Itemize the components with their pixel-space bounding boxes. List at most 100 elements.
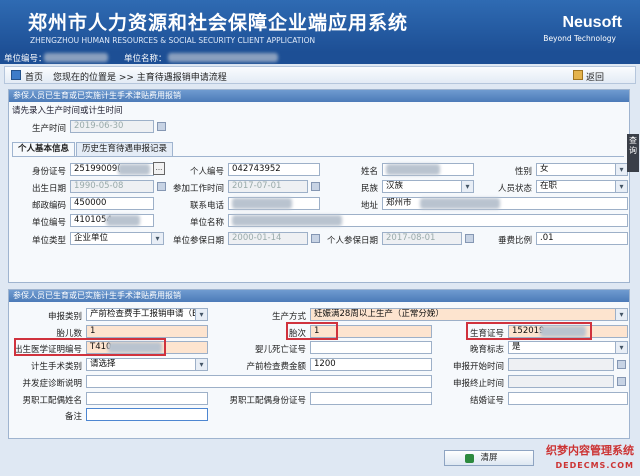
delivery-mode-label: 生产方式: [271, 312, 306, 322]
prenatal-fee-label: 产前检查费金额: [246, 362, 306, 372]
marriage-cert-field[interactable]: [508, 392, 628, 405]
late-birth-select[interactable]: 是: [508, 341, 628, 354]
lookup-button[interactable]: ...: [153, 162, 165, 175]
unit-no-label: 单位编号: [31, 218, 66, 228]
personal-no-label: 个人编号: [189, 167, 224, 177]
hint-text: 请先录入生产时间或计生时间: [12, 106, 123, 116]
redacted: [168, 53, 278, 62]
back-icon[interactable]: [573, 70, 583, 80]
ratio-label: 垂费比例: [497, 236, 532, 246]
redacted: [118, 164, 150, 175]
gender-label: 性别: [514, 167, 532, 177]
dob-label: 出生日期: [31, 184, 66, 194]
side-query-tab[interactable]: 查询: [627, 134, 639, 172]
calendar-icon[interactable]: [617, 360, 626, 369]
fp-surgery-select[interactable]: 请选择: [86, 358, 208, 371]
fp-surgery-label: 计生手术类别: [30, 362, 82, 372]
home-link[interactable]: 首页: [25, 70, 43, 83]
birth-time-field[interactable]: 2019-06-30: [70, 120, 154, 133]
calendar-icon[interactable]: [311, 182, 320, 191]
apply-start-field[interactable]: [508, 358, 614, 371]
dob-field[interactable]: 1990-05-08: [70, 180, 154, 193]
app-title: 郑州市人力资源和社会保障企业端应用系统: [28, 12, 409, 34]
unit-insured-date-label: 单位参保日期: [172, 236, 224, 246]
unit-no-label: 单位编号：: [4, 54, 47, 64]
zip-field[interactable]: 450000: [70, 197, 154, 210]
ratio-field[interactable]: .01: [536, 232, 628, 245]
fetus-count-field[interactable]: 1: [86, 325, 208, 338]
spouse-name-label: 男职工配偶姓名: [22, 396, 82, 406]
redacted: [232, 215, 342, 226]
watermark-url: DEDECMS.COM: [555, 461, 634, 470]
work-start-label: 参加工作时间: [172, 184, 224, 194]
highlight-box: [14, 338, 166, 356]
zip-label: 邮政编码: [31, 201, 66, 211]
watermark-text: 织梦内容管理系统: [546, 444, 634, 457]
redacted: [420, 198, 500, 209]
gender-select[interactable]: 女: [536, 163, 628, 176]
nation-select[interactable]: 汉族: [382, 180, 474, 193]
tab-history[interactable]: 历史生育待遇申报记录: [76, 142, 174, 156]
calendar-icon[interactable]: [157, 182, 166, 191]
clear-screen-button[interactable]: 清屏: [444, 450, 534, 466]
divider: [12, 156, 624, 157]
back-link[interactable]: 返回: [586, 70, 604, 83]
personal-insured-date-field[interactable]: 2017-08-01: [382, 232, 462, 245]
calendar-icon[interactable]: [617, 377, 626, 386]
remark-field[interactable]: [86, 408, 208, 421]
apply-type-select[interactable]: 产前检查费手工报销申请（B: [86, 308, 208, 321]
status-select[interactable]: 在职: [536, 180, 628, 193]
spouse-id-label: 男职工配偶身份证号: [229, 396, 306, 406]
unit-name-label: 单位名称: [189, 218, 224, 228]
address-label: 地址: [360, 201, 378, 211]
id-label: 身份证号: [31, 167, 66, 177]
panel-title: 参保人员已生育或已实施计生手术津贴费用报销: [9, 90, 629, 102]
check-icon: [465, 454, 474, 463]
infant-death-field[interactable]: [310, 341, 432, 354]
prenatal-fee-field[interactable]: 1200: [310, 358, 432, 371]
highlight-box: [286, 322, 338, 340]
clear-button-label: 清屏: [480, 453, 498, 463]
breadcrumb-bar: 首页 您现在的位置是 >> 主育待遇报销申请流程 返回: [4, 66, 636, 84]
highlight-box: [466, 322, 592, 340]
calendar-icon[interactable]: [465, 234, 474, 243]
unit-insured-date-field[interactable]: 2000-01-14: [228, 232, 308, 245]
nation-label: 民族: [360, 184, 378, 194]
status-label: 人员状态: [497, 184, 532, 194]
redacted: [44, 53, 108, 62]
app-header: 郑州市人力资源和社会保障企业端应用系统 ZHENGZHOU HUMAN RESO…: [0, 0, 640, 52]
apply-end-label: 申报终止时间: [452, 379, 504, 389]
panel-title: 参保人员已生育或已实施计生手术津贴费用报销: [9, 290, 629, 302]
account-bar: 单位编号： 单位名称：: [0, 52, 640, 64]
apply-end-field[interactable]: [508, 375, 614, 388]
work-start-field[interactable]: 2017-07-01: [228, 180, 308, 193]
spouse-name-field[interactable]: [86, 392, 208, 405]
unit-name-label: 单位名称：: [124, 54, 167, 64]
infant-death-label: 婴儿死亡证号: [254, 345, 306, 355]
personal-insured-date-label: 个人参保日期: [326, 236, 378, 246]
remark-label: 备注: [64, 412, 82, 422]
phone-label: 联系电话: [189, 201, 224, 211]
late-birth-label: 晚育标志: [469, 345, 504, 355]
personal-no-field[interactable]: 042743952: [228, 163, 320, 176]
redacted: [106, 215, 140, 226]
complication-field[interactable]: [86, 375, 432, 388]
tab-basic-info[interactable]: 个人基本信息: [12, 142, 76, 156]
unit-type-label: 单位类型: [31, 236, 66, 246]
marriage-cert-label: 结婚证号: [469, 396, 504, 406]
breadcrumb: 您现在的位置是 >> 主育待遇报销申请流程: [53, 73, 227, 83]
calendar-icon[interactable]: [157, 122, 166, 131]
apply-start-label: 申报开始时间: [452, 362, 504, 372]
address-field[interactable]: 郑州市: [382, 197, 628, 210]
home-icon[interactable]: [11, 70, 21, 80]
complication-label: 并发症诊断说明: [22, 379, 82, 389]
spouse-id-field[interactable]: [310, 392, 432, 405]
birth-time-label: 生产时间: [31, 124, 66, 134]
apply-type-label: 申报类别: [47, 312, 82, 322]
redacted: [232, 198, 292, 209]
app-subtitle: ZHENGZHOU HUMAN RESOURCES & SOCIAL SECUR…: [30, 36, 316, 45]
calendar-icon[interactable]: [311, 234, 320, 243]
neusoft-logo: Neusoft: [562, 14, 622, 31]
unit-type-select[interactable]: 企业单位: [70, 232, 164, 245]
delivery-mode-select[interactable]: 妊娠满28周以上生产（正常分娩）: [310, 308, 628, 321]
